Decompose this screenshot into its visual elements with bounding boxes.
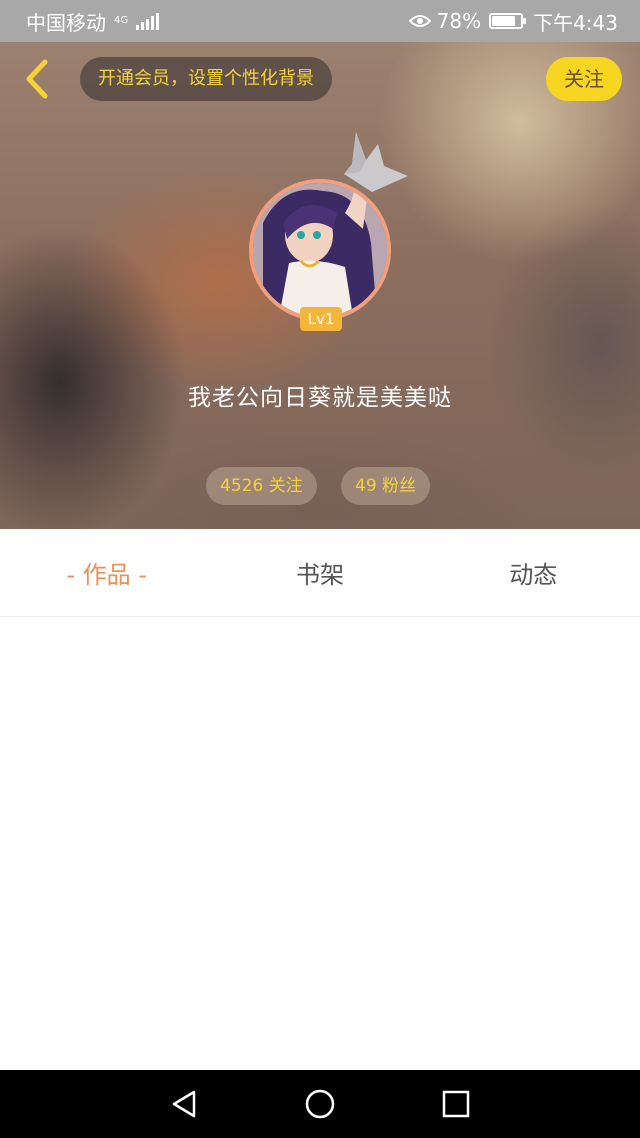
nav-back-button[interactable] bbox=[116, 1070, 252, 1138]
carrier-name: 中国移动 bbox=[26, 10, 106, 35]
following-count[interactable]: 4526 关注 bbox=[206, 467, 317, 505]
profile-tabs: - 作品 - 书架 动态 bbox=[0, 529, 640, 617]
triangle-back-icon bbox=[172, 1090, 196, 1118]
follow-button[interactable]: 关注 bbox=[546, 57, 622, 101]
nav-home-button[interactable] bbox=[252, 1070, 388, 1138]
status-bar: 中国移动 4G 78% 下午4:43 bbox=[0, 0, 640, 42]
battery-icon bbox=[489, 13, 527, 29]
clock: 下午4:43 bbox=[533, 10, 618, 35]
avatar-illustration bbox=[253, 183, 387, 317]
system-nav-bar bbox=[0, 1070, 640, 1138]
back-button[interactable] bbox=[14, 56, 58, 102]
signal-icon bbox=[136, 12, 160, 30]
tab-bookshelf[interactable]: 书架 bbox=[213, 555, 426, 590]
status-right: 78% 下午4:43 bbox=[408, 7, 618, 36]
tab-activity[interactable]: 动态 bbox=[427, 555, 640, 590]
chevron-left-icon bbox=[26, 59, 48, 99]
username: 我老公向日葵就是美美哒 bbox=[188, 385, 452, 411]
nav-recents-button[interactable] bbox=[388, 1070, 524, 1138]
fans-count[interactable]: 49 粉丝 bbox=[341, 467, 431, 505]
level-badge: Lv1 bbox=[300, 307, 342, 331]
status-left: 中国移动 4G bbox=[26, 7, 160, 36]
circle-home-icon bbox=[305, 1089, 335, 1119]
square-recents-icon bbox=[442, 1090, 470, 1118]
eye-icon bbox=[408, 15, 431, 27]
battery-percent: 78% bbox=[436, 9, 482, 33]
network-type: 4G bbox=[114, 15, 129, 26]
tab-works[interactable]: - 作品 - bbox=[0, 555, 213, 590]
tab-content bbox=[0, 618, 640, 1070]
profile-header: 开通会员，设置个性化背景 关注 Lv1 我老公向日葵就是美美哒 4526 关注 … bbox=[0, 42, 640, 529]
avatar[interactable] bbox=[249, 179, 391, 321]
vip-banner[interactable]: 开通会员，设置个性化背景 bbox=[80, 57, 332, 101]
